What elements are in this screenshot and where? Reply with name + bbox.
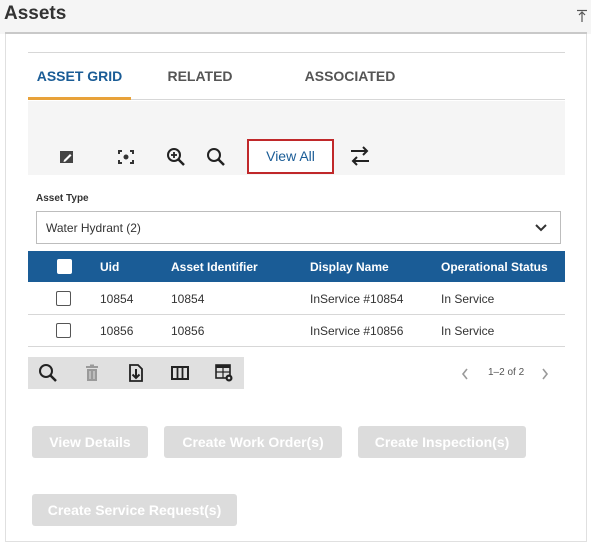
asset-type-label: Asset Type bbox=[36, 193, 89, 204]
asset-type-select[interactable]: Water Hydrant (2) bbox=[36, 211, 561, 244]
grid-toolbar bbox=[28, 357, 244, 389]
panel-title: Assets bbox=[4, 3, 67, 24]
asset-type-value: Water Hydrant (2) bbox=[46, 221, 141, 235]
row-checkbox[interactable] bbox=[56, 291, 71, 306]
cell-operational-status: In Service bbox=[441, 324, 495, 338]
panel-border-bottom bbox=[5, 541, 587, 542]
tab-related-assets[interactable]: RELATED ASSETS bbox=[143, 53, 257, 130]
zoom-in-icon[interactable] bbox=[166, 147, 186, 167]
column-header-operational-status[interactable]: Operational Status bbox=[441, 260, 548, 274]
cell-operational-status: In Service bbox=[441, 292, 495, 306]
create-inspection-button[interactable]: Create Inspection(s) bbox=[358, 426, 526, 458]
edit-map-icon[interactable] bbox=[57, 147, 77, 167]
cell-display-name: InService #10856 bbox=[310, 324, 404, 338]
zoom-to-selection-icon[interactable] bbox=[116, 147, 136, 167]
map-toolbar: View All bbox=[28, 101, 565, 175]
column-header-asset-identifier[interactable]: Asset Identifier bbox=[171, 260, 258, 274]
cell-asset-identifier: 10856 bbox=[171, 324, 205, 338]
column-header-display-name[interactable]: Display Name bbox=[310, 260, 389, 274]
table-row[interactable]: 10856 10856 InService #10856 In Service bbox=[28, 315, 565, 347]
collapse-panel-icon[interactable] bbox=[576, 9, 588, 23]
swap-icon[interactable] bbox=[349, 145, 371, 167]
pagination: 1–2 of 2 bbox=[460, 366, 555, 382]
search-icon[interactable] bbox=[38, 363, 58, 383]
cell-uid: 10856 bbox=[100, 324, 134, 338]
columns-icon[interactable] bbox=[170, 363, 190, 383]
column-header-uid[interactable]: Uid bbox=[100, 260, 119, 274]
search-icon[interactable] bbox=[206, 147, 226, 167]
pagination-range: 1–2 of 2 bbox=[488, 367, 525, 378]
view-all-button[interactable]: View All bbox=[247, 139, 334, 174]
panel-header-divider bbox=[5, 32, 587, 34]
create-service-request-button[interactable]: Create Service Request(s) bbox=[32, 494, 237, 526]
trash-icon[interactable] bbox=[82, 363, 102, 383]
grid-settings-icon[interactable] bbox=[214, 363, 234, 383]
grid-header: Uid Asset Identifier Display Name Operat… bbox=[28, 251, 565, 282]
cell-asset-identifier: 10854 bbox=[171, 292, 205, 306]
view-details-button[interactable]: View Details bbox=[32, 426, 148, 458]
chevron-right-icon[interactable] bbox=[540, 367, 550, 381]
panel-header: Assets bbox=[0, 0, 591, 34]
chevron-left-icon[interactable] bbox=[460, 367, 470, 381]
cell-display-name: InService #10854 bbox=[310, 292, 404, 306]
row-checkbox[interactable] bbox=[56, 323, 71, 338]
tab-bar: ASSET GRID RELATED ASSETS ASSOCIATED ASS… bbox=[28, 53, 565, 130]
tab-asset-grid[interactable]: ASSET GRID bbox=[28, 53, 131, 100]
panel-border-left bbox=[5, 34, 6, 542]
cell-uid: 10854 bbox=[100, 292, 134, 306]
export-icon[interactable] bbox=[126, 363, 146, 383]
select-all-checkbox[interactable] bbox=[57, 259, 72, 274]
create-work-order-button[interactable]: Create Work Order(s) bbox=[164, 426, 342, 458]
tab-associated-assets[interactable]: ASSOCIATED ASSETS bbox=[280, 53, 420, 130]
chevron-down-icon bbox=[535, 224, 547, 232]
table-row[interactable]: 10854 10854 InService #10854 In Service bbox=[28, 283, 565, 315]
panel-border-right bbox=[586, 34, 587, 542]
